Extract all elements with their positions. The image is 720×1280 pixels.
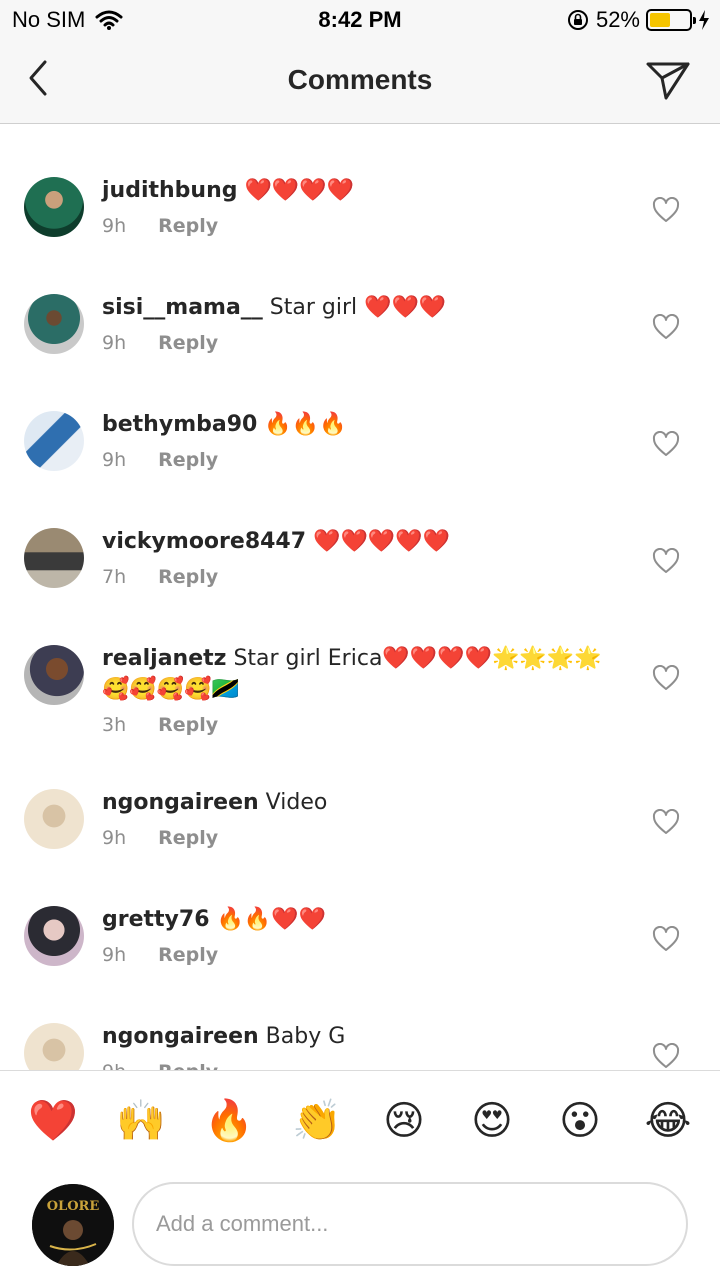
comment-body: gretty76 🔥🔥❤️❤️ 9h Reply bbox=[102, 904, 620, 966]
comment-time: 9h bbox=[102, 1061, 126, 1070]
comment-body: ngongaireen Baby G 9h Reply bbox=[102, 1021, 620, 1070]
reply-button[interactable]: Reply bbox=[158, 449, 218, 471]
like-heart-icon[interactable] bbox=[652, 926, 680, 952]
reply-button[interactable]: Reply bbox=[158, 944, 218, 966]
avatar[interactable] bbox=[24, 789, 84, 849]
comment-time: 3h bbox=[102, 714, 127, 736]
reaction-heart-eyes-icon[interactable]: 😍 bbox=[468, 1097, 516, 1145]
orientation-lock-icon bbox=[567, 10, 588, 30]
comment-time: 9h bbox=[102, 944, 127, 966]
reaction-tears-of-joy-icon[interactable]: 😂 bbox=[644, 1097, 692, 1145]
avatar[interactable] bbox=[24, 177, 84, 237]
quick-reactions-bar: ❤️ 🙌 🔥 👏 😢 😍 😮 😂 bbox=[0, 1070, 720, 1170]
like-heart-icon[interactable] bbox=[652, 197, 680, 223]
like-heart-icon[interactable] bbox=[652, 314, 680, 340]
avatar[interactable] bbox=[24, 528, 84, 588]
reaction-surprised-icon[interactable]: 😮 bbox=[556, 1097, 604, 1145]
comment-body: vickymoore8447 ❤️❤️❤️❤️❤️ 7h Reply bbox=[102, 526, 620, 588]
page-title: Comments bbox=[287, 64, 433, 95]
avatar[interactable] bbox=[24, 645, 84, 705]
reply-button[interactable]: Reply bbox=[158, 714, 218, 736]
comment-time: 7h bbox=[102, 566, 127, 588]
comment-text: 🔥🔥🔥 bbox=[257, 412, 347, 437]
comment-text: ❤️❤️❤️❤️ bbox=[237, 178, 355, 203]
charging-bolt-icon bbox=[699, 10, 709, 30]
like-heart-icon[interactable] bbox=[652, 1043, 680, 1069]
comment-body: realjanetz Star girl Erica❤️❤️❤️❤️🌟🌟🌟🌟🥰🥰… bbox=[102, 643, 620, 736]
reaction-clapping-icon[interactable]: 👏 bbox=[292, 1097, 342, 1145]
comment-text: 🔥🔥❤️❤️ bbox=[209, 907, 327, 932]
like-heart-icon[interactable] bbox=[652, 665, 680, 691]
battery-percent: 52% bbox=[595, 7, 640, 32]
comment-username[interactable]: vickymoore8447 bbox=[102, 529, 306, 554]
reaction-raising-hands-icon[interactable]: 🙌 bbox=[116, 1097, 166, 1145]
like-heart-icon[interactable] bbox=[652, 548, 680, 574]
avatar[interactable] bbox=[24, 411, 84, 471]
comment-body: judithbung ❤️❤️❤️❤️ 9h Reply bbox=[102, 175, 620, 237]
comment-username[interactable]: ngongaireen bbox=[102, 1024, 259, 1049]
nav-bar: Comments bbox=[0, 40, 720, 124]
paper-plane-icon[interactable] bbox=[644, 56, 692, 104]
comment-text: Baby G bbox=[258, 1024, 346, 1049]
avatar-logo-text: OLORE bbox=[47, 1199, 100, 1214]
comment-username[interactable]: bethymba90 bbox=[102, 412, 257, 437]
comment-text: ❤️❤️❤️❤️❤️ bbox=[306, 529, 451, 554]
comment-text: Video bbox=[258, 790, 328, 815]
comment-text: Star girl ❤️❤️❤️ bbox=[262, 295, 447, 320]
comments-list[interactable]: judithbung ❤️❤️❤️❤️ 9h Reply sisi__mama__… bbox=[0, 125, 720, 1070]
like-heart-icon[interactable] bbox=[652, 809, 680, 835]
status-bar: No SIM 8:42 PM 52% bbox=[0, 0, 720, 40]
battery-level bbox=[650, 13, 670, 27]
comment-time: 9h bbox=[102, 827, 127, 849]
avatar[interactable] bbox=[24, 1023, 84, 1070]
comment-username[interactable]: gretty76 bbox=[102, 907, 210, 932]
reaction-fire-icon[interactable]: 🔥 bbox=[204, 1097, 254, 1145]
comment-time: 9h bbox=[102, 332, 127, 354]
reply-button[interactable]: Reply bbox=[158, 1061, 218, 1070]
comment-time: 9h bbox=[102, 449, 127, 471]
reaction-heart-icon[interactable]: ❤️ bbox=[28, 1097, 78, 1145]
comment-username[interactable]: ngongaireen bbox=[102, 790, 259, 815]
comment-time: 9h bbox=[102, 215, 127, 237]
comment-body: bethymba90 🔥🔥🔥 9h Reply bbox=[102, 409, 620, 471]
status-right: 52% bbox=[566, 7, 710, 33]
reply-button[interactable]: Reply bbox=[158, 566, 218, 588]
add-comment-input[interactable] bbox=[132, 1182, 688, 1266]
comment-username[interactable]: sisi__mama__ bbox=[102, 295, 263, 320]
reply-button[interactable]: Reply bbox=[158, 215, 218, 237]
comment-composer: OLORE bbox=[0, 1170, 720, 1280]
reply-button[interactable]: Reply bbox=[158, 827, 218, 849]
like-heart-icon[interactable] bbox=[652, 431, 680, 457]
reply-button[interactable]: Reply bbox=[158, 332, 218, 354]
current-user-avatar[interactable]: OLORE bbox=[32, 1184, 114, 1266]
comment-body: sisi__mama__ Star girl ❤️❤️❤️ 9h Reply bbox=[102, 292, 620, 354]
comment-body: ngongaireen Video 9h Reply bbox=[102, 787, 620, 849]
battery-icon bbox=[646, 9, 696, 31]
avatar[interactable] bbox=[24, 906, 84, 966]
comment-username[interactable]: realjanetz bbox=[102, 646, 226, 671]
avatar[interactable] bbox=[24, 294, 84, 354]
comment-username[interactable]: judithbung bbox=[102, 178, 238, 203]
reaction-crying-icon[interactable]: 😢 bbox=[380, 1097, 428, 1145]
